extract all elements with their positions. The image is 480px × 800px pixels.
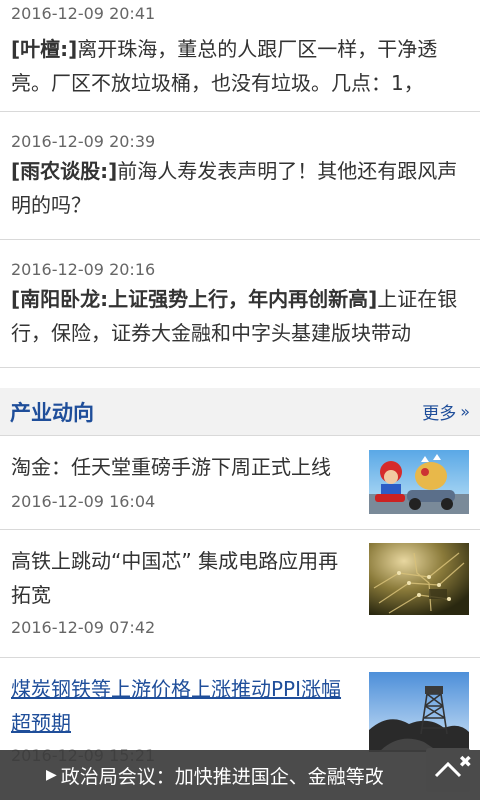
- news-text: 高铁上跳动“中国芯” 集成电路应用再拓宽 2016-12-09 07:42: [11, 544, 369, 657]
- news-item[interactable]: 高铁上跳动“中国芯” 集成电路应用再拓宽 2016-12-09 07:42: [0, 530, 480, 658]
- circuit-board-thumbnail[interactable]: [369, 543, 469, 615]
- more-label: 更多: [422, 404, 457, 424]
- news-ticker-bar[interactable]: ▶ 政治局会议：加快推进国企、金融等改: [0, 750, 480, 800]
- section-title: 产业动向: [10, 400, 94, 425]
- play-arrow-icon: ▶: [46, 767, 57, 783]
- comment-author: [叶檀:]: [11, 37, 78, 61]
- comment-item[interactable]: 2016-12-09 20:41 [叶檀:]离开珠海，董总的人跟厂区一样，干净透…: [0, 0, 480, 112]
- more-link[interactable]: 更多 »: [422, 399, 470, 424]
- comment-body: [雨农谈股:]前海人寿发表声明了！其他还有跟风声明的吗？: [11, 154, 469, 222]
- section-spacer: [0, 368, 480, 388]
- page: 2016-12-09 20:41 [叶檀:]离开珠海，董总的人跟厂区一样，干净透…: [0, 0, 480, 800]
- coal-mine-thumbnail[interactable]: [369, 672, 469, 752]
- news-time: 2016-12-09 16:04: [11, 492, 156, 511]
- news-time: 2016-12-09 07:42: [11, 618, 156, 637]
- close-icon[interactable]: ✖: [459, 754, 472, 770]
- section-header: 产业动向 更多 »: [0, 388, 480, 436]
- news-item[interactable]: 淘金：任天堂重磅手游下周正式上线 2016-12-09 16:04: [0, 436, 480, 530]
- chevron-right-icon: »: [460, 402, 470, 421]
- comment-body: [南阳卧龙:上证强势上行，年内再创新高]上证在银行，保险，证券大金融和中字头基建…: [11, 282, 469, 350]
- comment-time: 2016-12-09 20:16: [11, 260, 156, 279]
- news-title[interactable]: 淘金：任天堂重磅手游下周正式上线: [11, 450, 357, 484]
- comment-time: 2016-12-09 20:41: [11, 4, 156, 23]
- comment-author: [南阳卧龙:上证强势上行，年内再创新高]: [11, 287, 378, 311]
- comment-body: [叶檀:]离开珠海，董总的人跟厂区一样，干净透亮。厂区不放垃圾桶，也没有垃圾。几…: [11, 32, 469, 100]
- ticker-text[interactable]: 政治局会议：加快推进国企、金融等改: [61, 762, 433, 789]
- comment-author: [雨农谈股:]: [11, 159, 118, 183]
- news-text: 淘金：任天堂重磅手游下周正式上线 2016-12-09 16:04: [11, 450, 369, 529]
- news-title[interactable]: 高铁上跳动“中国芯” 集成电路应用再拓宽: [11, 544, 357, 612]
- comment-item[interactable]: 2016-12-09 20:39 [雨农谈股:]前海人寿发表声明了！其他还有跟风…: [0, 112, 480, 240]
- news-title[interactable]: 煤炭钢铁等上游价格上涨推动PPI涨幅超预期: [11, 672, 357, 740]
- comment-time: 2016-12-09 20:39: [11, 132, 156, 151]
- mario-kart-thumbnail[interactable]: [369, 450, 469, 514]
- comment-item[interactable]: 2016-12-09 20:16 [南阳卧龙:上证强势上行，年内再创新高]上证在…: [0, 240, 480, 368]
